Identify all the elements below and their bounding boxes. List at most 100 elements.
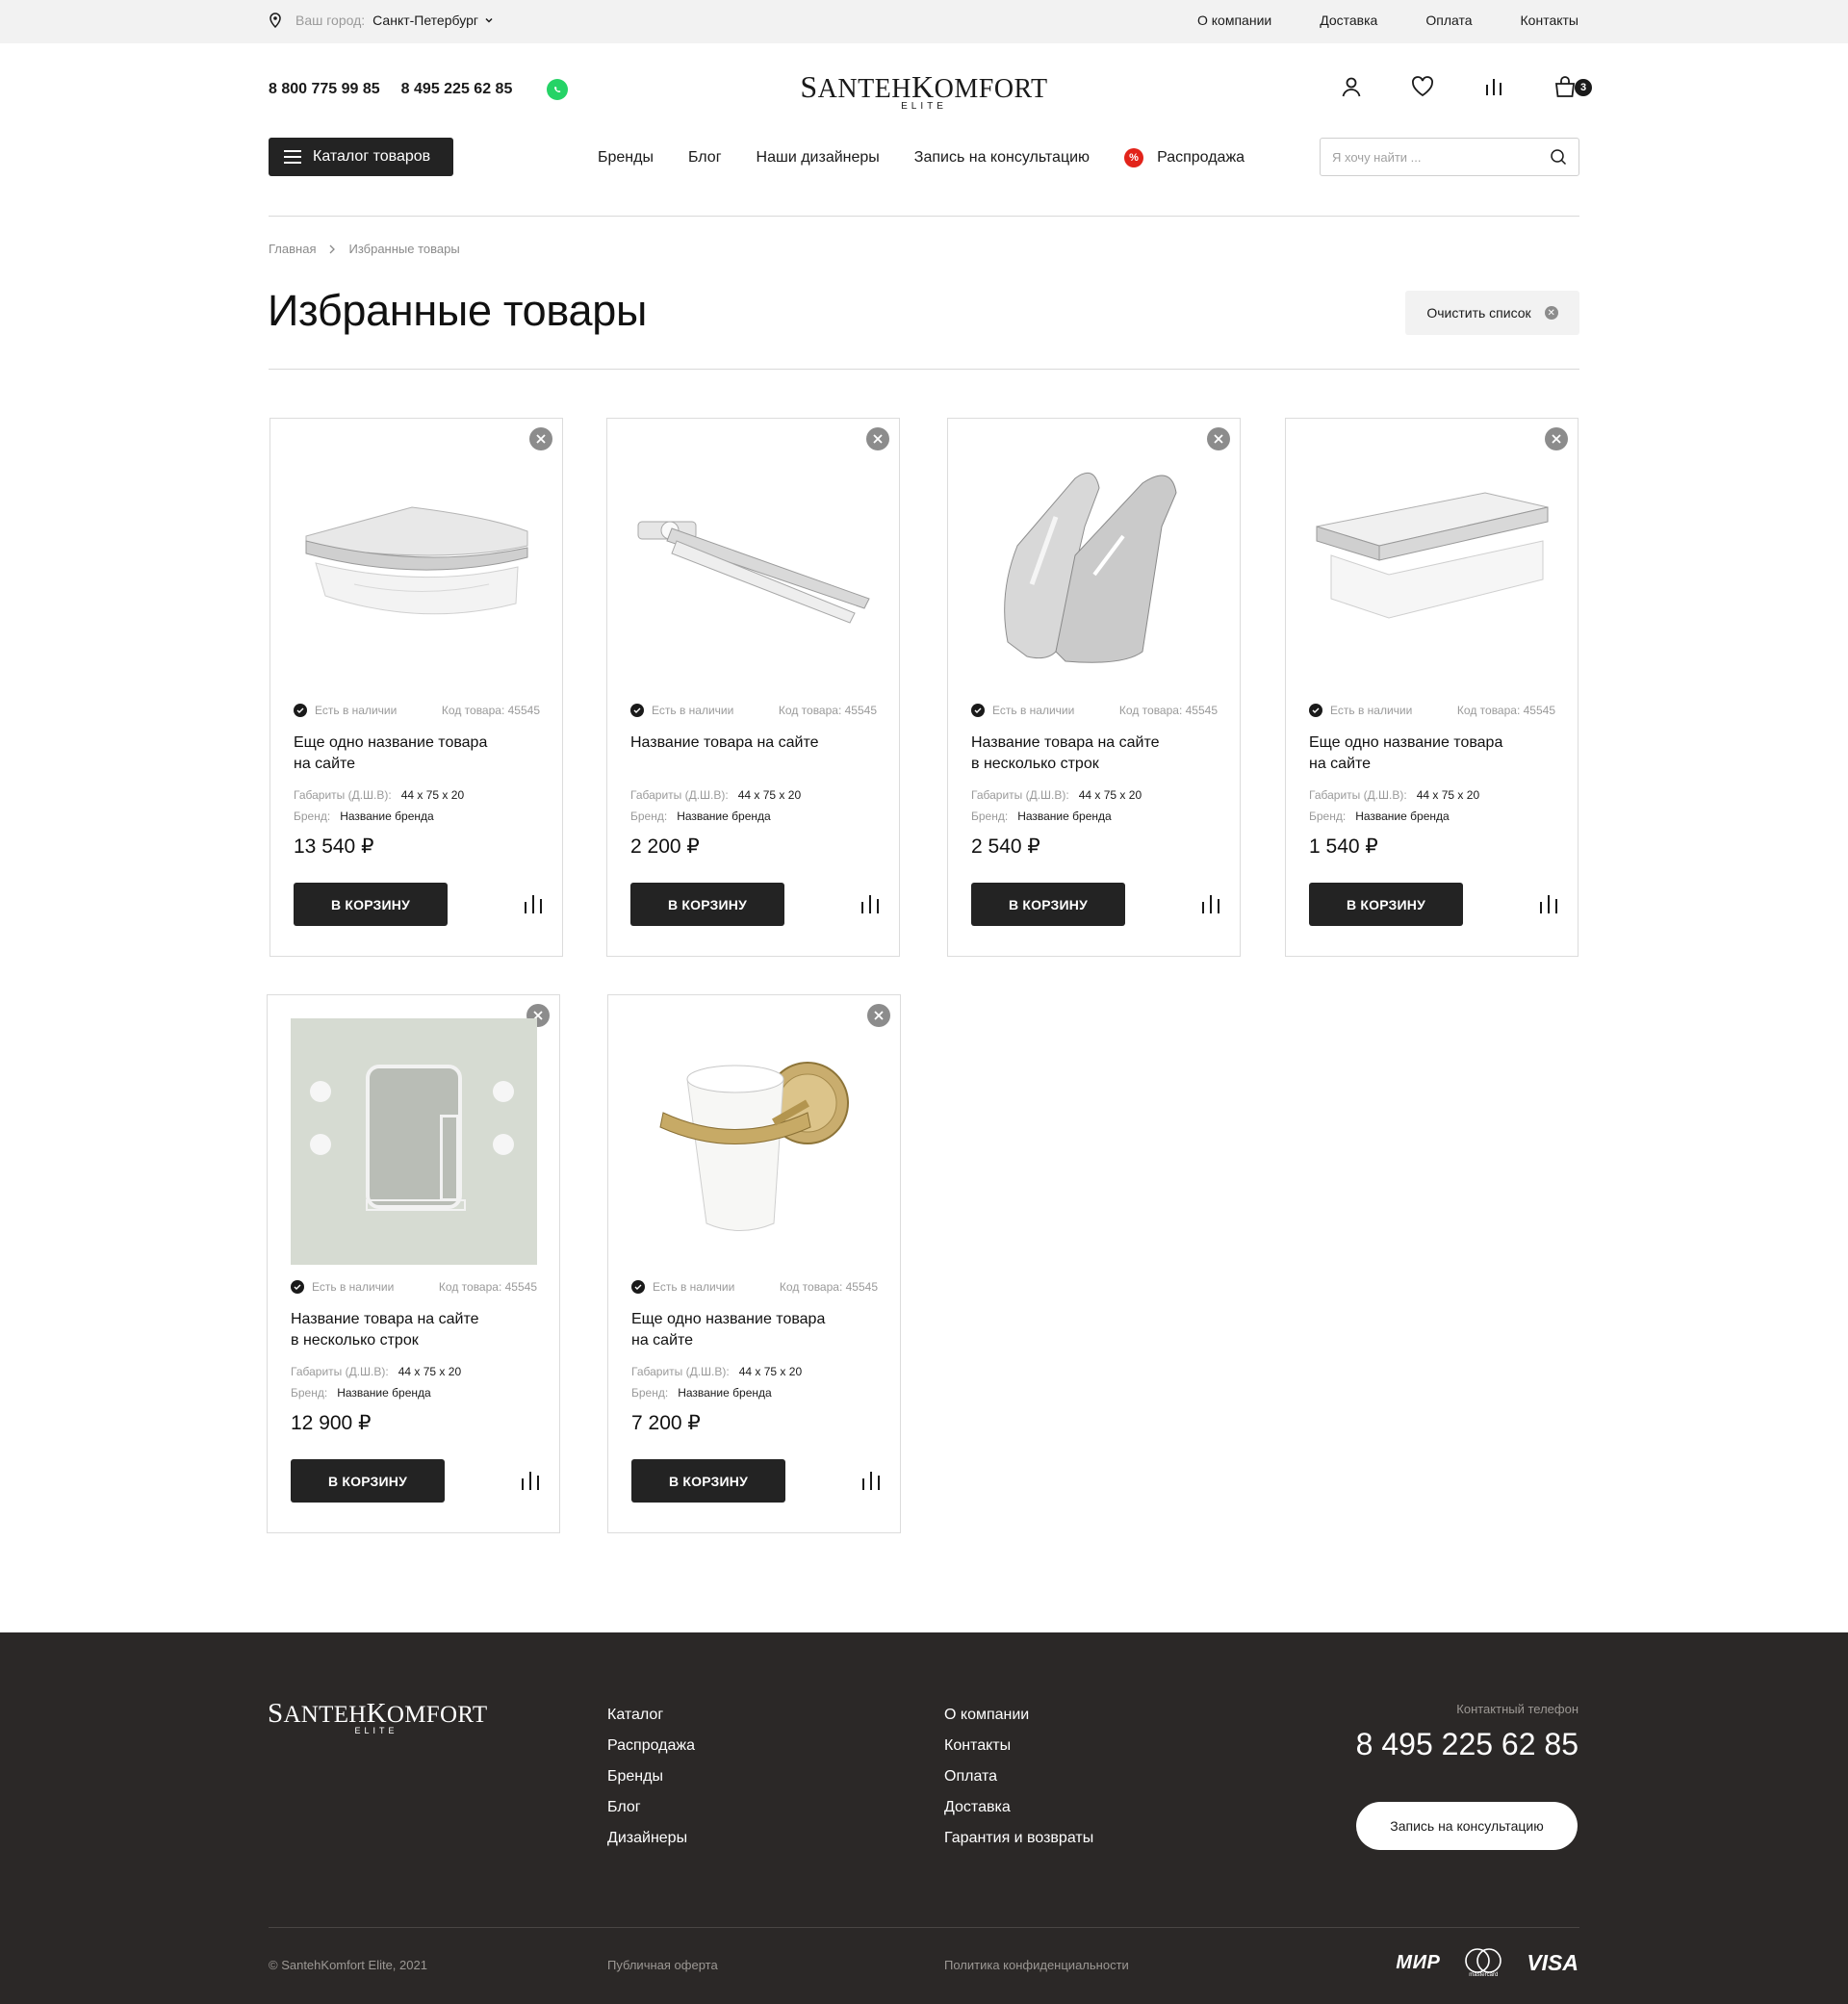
footer-col-catalog: Каталог Распродажа Бренды Блог Дизайнеры [607,1700,695,1854]
product-code: Код товара: 45545 [779,704,877,717]
nav-consultation[interactable]: Запись на консультацию [914,149,1090,167]
search-icon[interactable] [1550,148,1567,166]
add-to-cart-button[interactable]: В КОРЗИНУ [630,883,784,926]
favorites-heart-icon[interactable] [1409,73,1436,100]
catalog-button[interactable]: Каталог товаров [269,138,453,176]
brand-label: Бренд: [291,1386,328,1400]
mastercard-logo: mastercard [1461,1947,1505,1978]
product-image[interactable] [294,442,540,688]
top-links: О компании Доставка Оплата Контакты [1149,13,1578,28]
product-name[interactable]: Еще одно название товара на сайте [631,1309,862,1351]
product-name[interactable]: Еще одно название товара на сайте [1309,732,1540,775]
dimensions-value: 44 x 75 x 20 [398,1365,462,1378]
nav-sale[interactable]: % Распродажа [1124,148,1245,167]
menu-icon [284,150,301,164]
add-to-cart-button[interactable]: В КОРЗИНУ [971,883,1125,926]
privacy-policy-link[interactable]: Политика конфиденциальности [944,1958,1129,1972]
stock-status: Есть в наличии [630,704,733,717]
footer-link-contacts[interactable]: Контакты [944,1731,1093,1761]
product-code-value: 45545 [507,704,540,717]
search-input[interactable] [1332,149,1550,165]
compare-icon[interactable] [519,1470,542,1491]
product-name[interactable]: Название товара на сайте [630,732,861,754]
compare-icon[interactable] [860,1470,883,1491]
footer-col-company: О компании Контакты Оплата Доставка Гара… [944,1700,1093,1854]
product-image[interactable] [971,442,1218,688]
logo[interactable]: SANTEHKOMFORT ELITE [799,69,1049,112]
product-code: Код товара: 45545 [1119,704,1218,717]
product-image[interactable] [631,1018,878,1265]
add-to-cart-button[interactable]: В КОРЗИНУ [294,883,448,926]
product-dimensions: Габариты (Д.Ш.В): 44 x 75 x 20 [294,788,464,802]
contact-phone[interactable]: 8 495 225 62 85 [1356,1727,1578,1762]
footer-link-catalog[interactable]: Каталог [607,1700,695,1731]
nav-blog[interactable]: Блог [688,149,722,167]
top-link-about[interactable]: О компании [1197,13,1271,28]
top-link-payment[interactable]: Оплата [1425,13,1472,28]
clear-list-button[interactable]: Очистить список ✕ [1405,291,1579,335]
product-name-line: Еще одно название товара [294,734,488,751]
top-link-contacts[interactable]: Контакты [1521,13,1578,28]
product-card[interactable]: Есть в наличии Код товара: 45545 Названи… [947,418,1241,957]
product-name-line: Еще одно название товара [1309,734,1503,751]
compare-icon[interactable] [859,893,882,914]
brand-value: Название бренда [1355,809,1450,823]
top-link-delivery[interactable]: Доставка [1320,13,1377,28]
mastercard-caption: mastercard [1469,1972,1499,1978]
footer-link-brands[interactable]: Бренды [607,1761,695,1792]
product-name[interactable]: Название товара на сайте в несколько стро… [291,1309,522,1351]
product-code-label: Код товара: [778,704,845,717]
footer-link-designers[interactable]: Дизайнеры [607,1823,695,1854]
breadcrumb-home[interactable]: Главная [269,242,316,256]
product-card[interactable]: Есть в наличии Код товара: 45545 Еще одн… [1285,418,1578,957]
add-to-cart-button[interactable]: В КОРЗИНУ [1309,883,1463,926]
search-box [1320,138,1579,176]
city-value[interactable]: Санкт-Петербург [372,13,478,28]
footer: SANTEHKOMFORT ELITE Каталог Распродажа Б… [0,1632,1848,2004]
footer-link-payment[interactable]: Оплата [944,1761,1093,1792]
footer-link-about[interactable]: О компании [944,1700,1093,1731]
footer-link-delivery[interactable]: Доставка [944,1792,1093,1823]
product-code-value: 45545 [1185,704,1218,717]
product-name[interactable]: Название товара на сайте в несколько стро… [971,732,1202,775]
product-card[interactable]: Есть в наличии Код товара: 45545 Названи… [606,418,900,957]
add-to-cart-button[interactable]: В КОРЗИНУ [631,1459,785,1503]
dimensions-label: Габариты (Д.Ш.В): [631,1365,730,1378]
public-offer-link[interactable]: Публичная оферта [607,1958,718,1972]
product-card[interactable]: Есть в наличии Код товара: 45545 Названи… [267,994,560,1533]
product-name[interactable]: Еще одно название товара на сайте [294,732,525,775]
dimensions-value: 44 x 75 x 20 [1078,788,1142,802]
cart-icon[interactable]: 3 [1552,73,1592,100]
phone-1[interactable]: 8 800 775 99 85 [269,81,380,98]
whatsapp-icon[interactable] [547,79,569,100]
footer-link-sale[interactable]: Распродажа [607,1731,695,1761]
logo-text: OMFORT [934,74,1048,104]
product-dimensions: Габариты (Д.Ш.В): 44 x 75 x 20 [631,1365,802,1378]
product-image[interactable] [291,1018,537,1265]
product-code-value: 45545 [844,704,877,717]
top-bar: Ваш город: Санкт-Петербург О компании До… [0,0,1848,43]
product-image[interactable] [630,442,877,688]
footer-link-blog[interactable]: Блог [607,1792,695,1823]
title-divider [269,369,1579,370]
stock-label: Есть в наличии [652,704,734,717]
add-to-cart-button[interactable]: В КОРЗИНУ [291,1459,445,1503]
product-card[interactable]: Есть в наличии Код товара: 45545 Еще одн… [270,418,563,957]
phone-2[interactable]: 8 495 225 62 85 [401,81,513,98]
product-card[interactable]: Есть в наличии Код товара: 45545 Еще одн… [607,994,901,1533]
chevron-right-icon [330,244,336,253]
compare-icon[interactable] [1537,893,1560,914]
compare-icon[interactable] [1480,73,1507,100]
compare-icon[interactable] [522,893,545,914]
product-image[interactable] [1309,442,1555,688]
city-selector[interactable]: Ваш город: Санкт-Петербург [269,13,494,28]
nav-designers[interactable]: Наши дизайнеры [757,149,880,167]
footer-link-warranty[interactable]: Гарантия и возвраты [944,1823,1093,1854]
compare-icon[interactable] [1199,893,1222,914]
account-icon[interactable] [1338,73,1365,100]
nav-brands[interactable]: Бренды [598,149,654,167]
consultation-button[interactable]: Запись на консультацию [1356,1802,1578,1850]
product-code-label: Код товара: [438,1280,505,1294]
product-brand: Бренд: Название бренда [294,809,434,823]
footer-logo[interactable]: SANTEHKOMFORT ELITE [268,1698,487,1735]
